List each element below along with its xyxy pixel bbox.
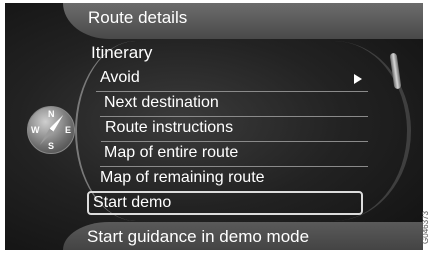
figure-code-text: G046373 bbox=[420, 211, 430, 244]
menu-item-label: Start demo bbox=[93, 194, 172, 211]
menu-item-map-of-remaining-route[interactable]: Map of remaining route bbox=[96, 167, 368, 192]
menu-item-label: Route instructions bbox=[105, 119, 234, 136]
compass-west-label: W bbox=[31, 125, 40, 135]
compass-east-label: E bbox=[65, 125, 72, 135]
menu-item-route-instructions[interactable]: Route instructions bbox=[101, 117, 368, 142]
menu-item-next-destination[interactable]: Next destination bbox=[100, 92, 368, 117]
menu-item-map-of-entire-route[interactable]: Map of entire route bbox=[100, 142, 368, 167]
menu-item-start-demo[interactable]: Start demo bbox=[87, 191, 363, 215]
menu-heading-itinerary: Itinerary bbox=[91, 43, 153, 62]
menu-item-label: Avoid bbox=[100, 69, 140, 86]
compass-north-label: N bbox=[48, 109, 55, 119]
status-hint: Start guidance in demo mode bbox=[87, 227, 310, 246]
submenu-arrow-icon bbox=[354, 74, 362, 84]
compass-icon: N S W E bbox=[27, 106, 75, 154]
compass-south-label: S bbox=[48, 141, 55, 151]
menu-item-label: Next destination bbox=[104, 94, 219, 111]
menu-item-label: Map of entire route bbox=[104, 144, 239, 161]
menu-item-label: Map of remaining route bbox=[100, 169, 265, 186]
menu-item-avoid[interactable]: Avoid bbox=[96, 67, 368, 92]
figure-code: G046373 bbox=[421, 205, 437, 251]
page-title: Route details bbox=[88, 8, 188, 27]
